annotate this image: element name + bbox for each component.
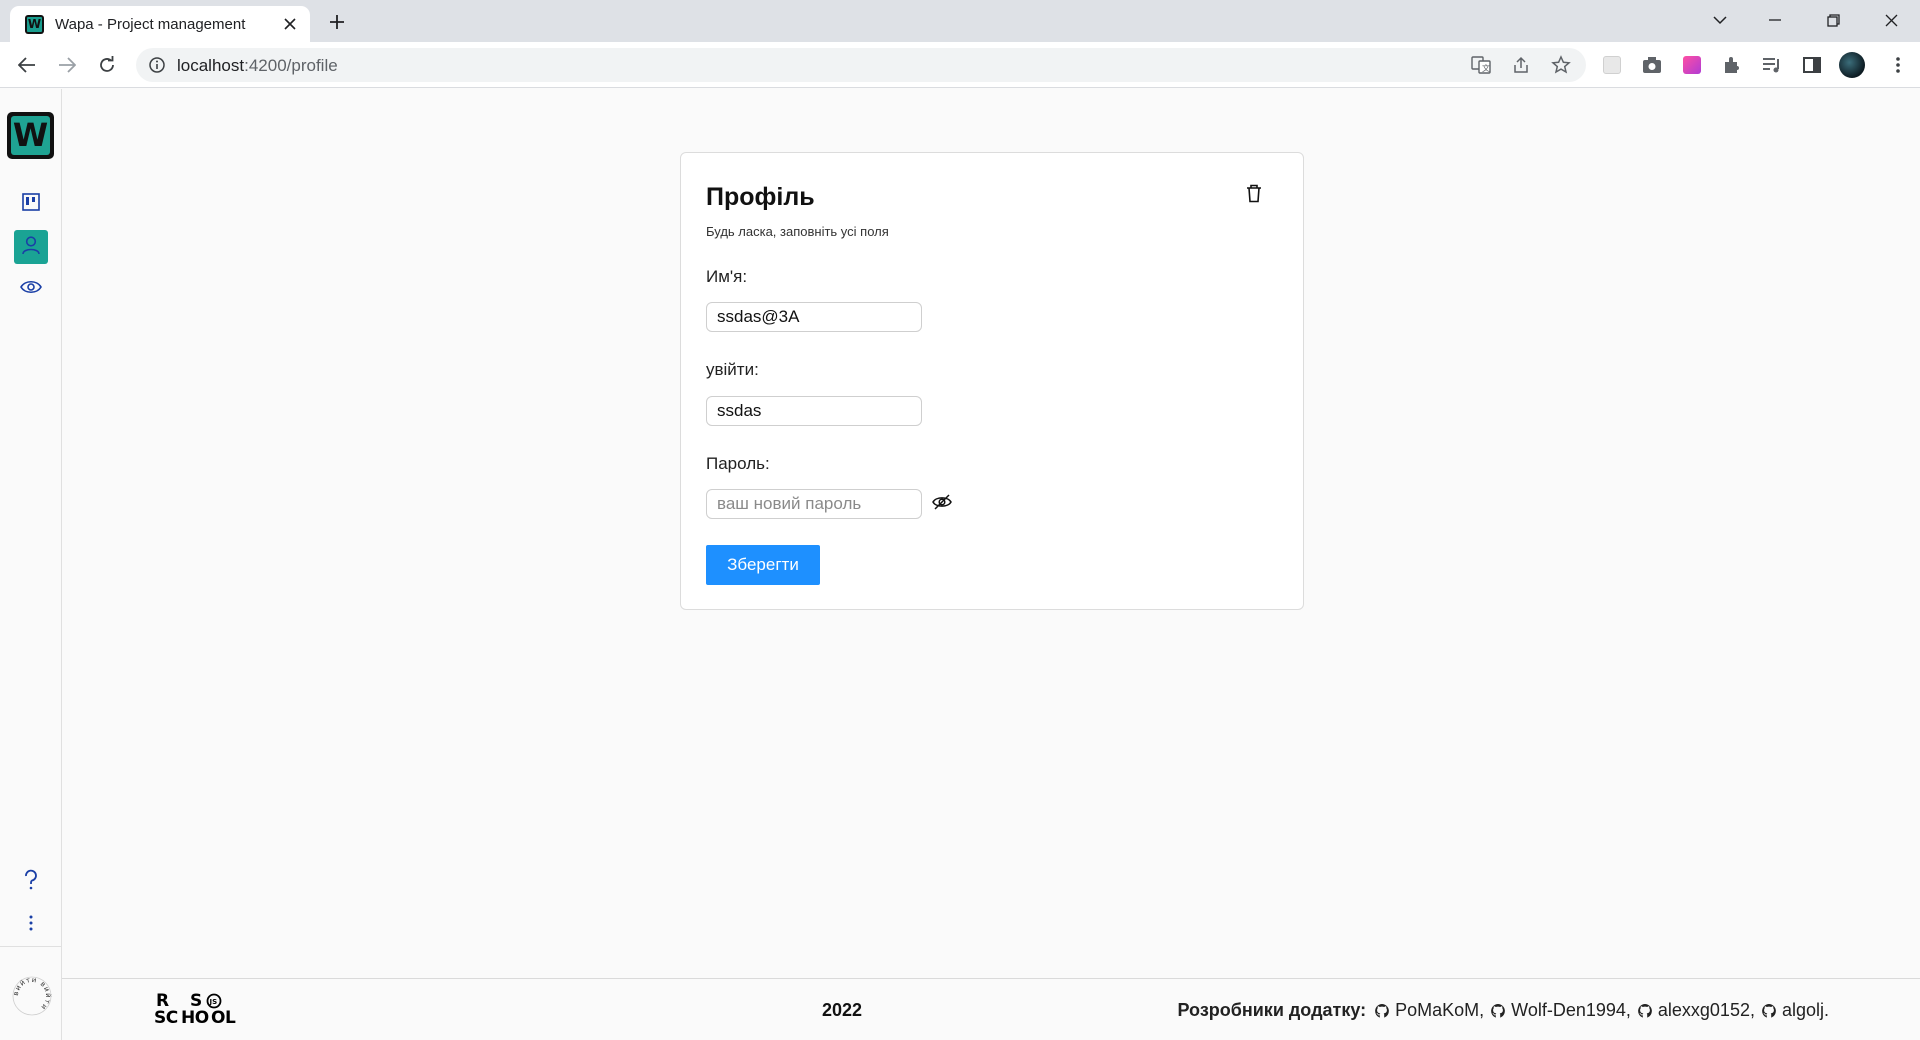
name-input[interactable] [706, 302, 922, 332]
sidebar-item-profile[interactable] [14, 230, 48, 264]
minimize-icon[interactable] [1763, 8, 1787, 32]
github-icon [1491, 1003, 1506, 1018]
bookmark-star-icon[interactable] [1551, 55, 1571, 75]
color-picker-extension-icon[interactable] [1681, 54, 1703, 76]
site-info-icon[interactable] [148, 56, 166, 74]
toggle-password-visibility-button[interactable] [931, 493, 953, 515]
developers-label: Розробники додатку: [1177, 1000, 1367, 1020]
kanban-board-icon [21, 192, 41, 217]
close-tab-icon[interactable] [280, 14, 300, 34]
page-title: Профіль [706, 183, 815, 211]
close-window-icon[interactable] [1879, 8, 1903, 32]
media-queue-icon[interactable] [1761, 54, 1783, 76]
form-hint: Будь ласка, заповніть усі поля [706, 224, 889, 239]
sidebar-item-boards[interactable] [14, 187, 48, 221]
extension-blank-icon[interactable] [1601, 54, 1623, 76]
name-label: Им'я: [706, 267, 748, 286]
footer-year: 2022 [822, 1000, 863, 1020]
sidebar-item-view[interactable] [14, 272, 48, 306]
logout-badge-icon[interactable]: вийти вийти [11, 975, 53, 1017]
developer-link[interactable]: Wolf-Den1994, [1490, 1000, 1631, 1021]
translate-icon[interactable]: 文 [1471, 55, 1491, 75]
delete-account-button[interactable] [1241, 183, 1267, 209]
side-panel-icon[interactable] [1801, 54, 1823, 76]
svg-text:JS: JS [209, 998, 218, 1006]
app-favicon-icon: W [25, 15, 44, 34]
eye-icon [20, 279, 42, 300]
app-sidebar: W вийти вийти [0, 89, 62, 1040]
tab-search-chevron-icon[interactable] [1708, 8, 1732, 32]
app-logo[interactable]: W [7, 112, 54, 159]
more-vertical-icon [29, 914, 33, 937]
url-text: localhost:4200/profile [177, 56, 338, 75]
sidebar-item-help[interactable] [14, 865, 48, 899]
question-icon [23, 869, 39, 896]
user-icon [20, 234, 42, 261]
login-label: увійти: [706, 360, 759, 379]
github-icon [1638, 1003, 1652, 1018]
trash-icon [1246, 184, 1262, 208]
reload-icon[interactable] [93, 51, 121, 79]
password-label: Пароль: [706, 454, 770, 473]
new-tab-icon[interactable] [325, 10, 349, 34]
puzzle-extensions-icon[interactable] [1721, 54, 1743, 76]
camera-icon[interactable] [1641, 54, 1663, 76]
eye-slash-icon [932, 493, 952, 516]
developer-link[interactable]: alexxg0152, [1637, 1000, 1755, 1021]
developer-link[interactable]: PoMaKoM, [1374, 1000, 1484, 1021]
password-input[interactable] [706, 489, 922, 519]
sidebar-item-more[interactable] [14, 908, 48, 942]
app-footer: R S SC HO OL JS 2022 Розробники додатку:… [62, 978, 1920, 1040]
tab-title: Wapa - Project management [55, 16, 246, 33]
restore-icon[interactable] [1821, 8, 1845, 32]
profile-card: Профіль Будь ласка, заповніть усі поля И… [680, 152, 1304, 610]
sidebar-divider [0, 946, 62, 947]
svg-text:文: 文 [1482, 63, 1490, 73]
browser-toolbar: localhost:4200/profile 文 [0, 42, 1920, 88]
footer-developers: Розробники додатку: PoMaKoM, Wolf-Den199… [1178, 1000, 1836, 1021]
browser-tab[interactable]: W Wapa - Project management [10, 6, 310, 42]
github-icon [1762, 1003, 1776, 1018]
login-input[interactable] [706, 396, 922, 426]
svg-text:вийти вийти: вийти вийти [12, 976, 52, 1012]
profile-avatar[interactable] [1839, 52, 1865, 78]
address-bar[interactable]: localhost:4200/profile 文 [136, 48, 1586, 82]
github-icon [1375, 1003, 1389, 1018]
save-button[interactable]: Зберегти [706, 545, 820, 585]
rs-school-logo[interactable]: R S SC HO OL JS [154, 991, 246, 1027]
share-icon[interactable] [1511, 55, 1531, 75]
browser-tabstrip: W Wapa - Project management [0, 0, 1920, 42]
back-arrow-icon[interactable] [13, 51, 41, 79]
forward-arrow-icon[interactable] [53, 51, 81, 79]
browser-menu-kebab-icon[interactable] [1887, 54, 1909, 76]
developer-link[interactable]: algolj. [1761, 1000, 1829, 1021]
